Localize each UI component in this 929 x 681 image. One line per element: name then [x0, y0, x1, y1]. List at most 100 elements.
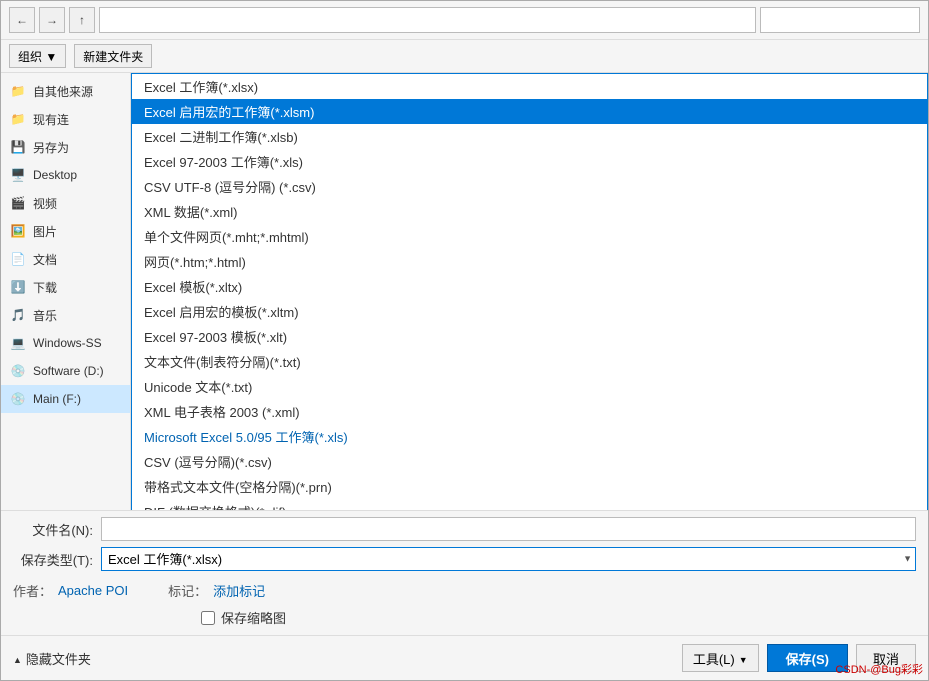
download-icon: ⬇️: [9, 278, 27, 296]
sidebar-item-picture[interactable]: 🖼️ 图片: [1, 217, 130, 245]
dropdown-item-csv[interactable]: CSV (逗号分隔)(*.csv): [132, 449, 927, 474]
filetype-label: 保存类型(T):: [13, 550, 93, 569]
author-section: 作者： Apache POI: [13, 581, 128, 600]
other-sources-icon: 📁: [9, 82, 27, 100]
sidebar-main-label: Main (F:): [33, 392, 81, 406]
thumbnail-checkbox[interactable]: [201, 611, 215, 625]
sidebar-software-label: Software (D:): [33, 364, 104, 378]
filetype-select[interactable]: Excel 工作簿(*.xlsx): [101, 547, 916, 571]
sidebar-item-desktop[interactable]: 🖥️ Desktop: [1, 161, 130, 189]
filename-input[interactable]: [101, 517, 916, 541]
main-area: 📁 自其他来源 📁 现有连 💾 另存为 🖥️ Desktop 🎬 视频 🖼️: [1, 73, 928, 510]
up-button[interactable]: [69, 7, 95, 33]
filetype-select-wrapper: Excel 工作簿(*.xlsx): [101, 547, 916, 571]
tag-value[interactable]: 添加标记: [213, 581, 265, 600]
sidebar-other-sources-label: 自其他来源: [33, 83, 93, 100]
sidebar-item-download[interactable]: ⬇️ 下载: [1, 273, 130, 301]
tag-section: 标记： 添加标记: [168, 581, 265, 600]
dropdown-item-csvutf8[interactable]: CSV UTF-8 (逗号分隔) (*.csv): [132, 174, 927, 199]
computer-icon: 💻: [9, 334, 27, 352]
path-bar[interactable]: [99, 7, 756, 33]
thumbnail-row: 保存缩略图: [1, 604, 928, 635]
dropdown-item-unicode[interactable]: Unicode 文本(*.txt): [132, 374, 927, 399]
navigation-bar: [1, 1, 928, 40]
hide-folders-label: 隐藏文件夹: [26, 649, 91, 668]
current-connection-icon: 📁: [9, 110, 27, 128]
dropdown-item-xlsx[interactable]: Excel 工作簿(*.xlsx): [132, 74, 927, 99]
sidebar-windows-ss-label: Windows-SS: [33, 336, 102, 350]
action-left: 隐藏文件夹: [13, 649, 91, 668]
dropdown-item-xlsm[interactable]: Excel 启用宏的工作簿(*.xlsm): [132, 99, 927, 124]
sidebar-item-current-connection[interactable]: 📁 现有连: [1, 105, 130, 133]
dropdown-item-xltm[interactable]: Excel 启用宏的模板(*.xltm): [132, 299, 927, 324]
dropdown-item-prn[interactable]: 带格式文本文件(空格分隔)(*.prn): [132, 474, 927, 499]
filename-row: 文件名(N):: [1, 511, 928, 544]
sidebar-download-label: 下载: [33, 279, 57, 296]
watermark: CSDN-@Bug彩彩: [835, 661, 923, 677]
author-label: 作者：: [13, 581, 52, 600]
sidebar-desktop-label: Desktop: [33, 168, 77, 182]
filename-label: 文件名(N):: [13, 520, 93, 539]
chevron-up-icon: [13, 651, 22, 666]
back-button[interactable]: [9, 7, 35, 33]
sidebar-item-software[interactable]: 💿 Software (D:): [1, 357, 130, 385]
sidebar-item-main[interactable]: 💿 Main (F:): [1, 385, 130, 413]
file-list-area: Excel 工作簿(*.xlsx)Excel 启用宏的工作簿(*.xlsm)Ex…: [131, 73, 928, 510]
toolbar: 组织 ▼ 新建文件夹: [1, 40, 928, 73]
tools-chevron-icon: [739, 651, 748, 666]
dropdown-item-dif[interactable]: DIF (数据交换格式)(*.dif): [132, 499, 927, 510]
dropdown-item-txt[interactable]: 文本文件(制表符分隔)(*.txt): [132, 349, 927, 374]
new-folder-button[interactable]: 新建文件夹: [74, 44, 152, 68]
dropdown-item-xltx[interactable]: Excel 模板(*.xltx): [132, 274, 927, 299]
forward-button[interactable]: [39, 7, 65, 33]
sidebar-item-other-sources[interactable]: 📁 自其他来源: [1, 77, 130, 105]
filetype-dropdown[interactable]: Excel 工作簿(*.xlsx)Excel 启用宏的工作簿(*.xlsm)Ex…: [131, 73, 928, 510]
action-bar: 隐藏文件夹 工具(L) 保存(S) 取消: [1, 635, 928, 680]
sidebar-video-label: 视频: [33, 195, 57, 212]
author-row: 作者： Apache POI 标记： 添加标记: [1, 577, 928, 604]
music-icon: 🎵: [9, 306, 27, 324]
software-disk-icon: 💿: [9, 362, 27, 380]
organize-label: 组织 ▼: [18, 48, 57, 65]
save-label: 保存(S): [786, 652, 829, 667]
sidebar-item-music[interactable]: 🎵 音乐: [1, 301, 130, 329]
save-dialog: 组织 ▼ 新建文件夹 📁 自其他来源 📁 现有连 💾 另存为 🖥️ Deskto: [0, 0, 929, 681]
thumbnail-label: 保存缩略图: [221, 608, 286, 627]
dropdown-item-xls5095[interactable]: Microsoft Excel 5.0/95 工作簿(*.xls): [132, 424, 927, 449]
dropdown-item-xls97[interactable]: Excel 97-2003 工作簿(*.xls): [132, 149, 927, 174]
dropdown-item-xml2003[interactable]: XML 电子表格 2003 (*.xml): [132, 399, 927, 424]
forward-icon: [46, 13, 58, 27]
sidebar-picture-label: 图片: [33, 223, 57, 240]
picture-icon: 🖼️: [9, 222, 27, 240]
sidebar-item-windows-ss[interactable]: 💻 Windows-SS: [1, 329, 130, 357]
search-input[interactable]: [760, 7, 920, 33]
desktop-icon: 🖥️: [9, 166, 27, 184]
hide-folders-button[interactable]: 隐藏文件夹: [13, 649, 91, 668]
up-icon: [79, 13, 85, 27]
bottom-section: 文件名(N): 保存类型(T): Excel 工作簿(*.xlsx) 作者： A…: [1, 510, 928, 680]
dropdown-item-html[interactable]: 网页(*.htm;*.html): [132, 249, 927, 274]
filetype-row: 保存类型(T): Excel 工作簿(*.xlsx): [1, 544, 928, 577]
organize-button[interactable]: 组织 ▼: [9, 44, 66, 68]
back-icon: [16, 13, 28, 27]
sidebar-document-label: 文档: [33, 251, 57, 268]
tools-button[interactable]: 工具(L): [682, 644, 759, 672]
main-disk-icon: 💿: [9, 390, 27, 408]
sidebar-item-document[interactable]: 📄 文档: [1, 245, 130, 273]
video-icon: 🎬: [9, 194, 27, 212]
tag-label: 标记：: [168, 581, 207, 600]
save-as-icon: 💾: [9, 138, 27, 156]
sidebar: 📁 自其他来源 📁 现有连 💾 另存为 🖥️ Desktop 🎬 视频 🖼️: [1, 73, 131, 510]
dropdown-item-xlt[interactable]: Excel 97-2003 模板(*.xlt): [132, 324, 927, 349]
dropdown-item-mht[interactable]: 单个文件网页(*.mht;*.mhtml): [132, 224, 927, 249]
new-folder-label: 新建文件夹: [83, 48, 143, 65]
sidebar-item-save-as[interactable]: 💾 另存为: [1, 133, 130, 161]
sidebar-item-video[interactable]: 🎬 视频: [1, 189, 130, 217]
sidebar-save-as-label: 另存为: [33, 139, 69, 156]
dropdown-item-xlsb[interactable]: Excel 二进制工作簿(*.xlsb): [132, 124, 927, 149]
sidebar-music-label: 音乐: [33, 307, 57, 324]
document-icon: 📄: [9, 250, 27, 268]
author-value[interactable]: Apache POI: [58, 583, 128, 598]
dropdown-item-xml[interactable]: XML 数据(*.xml): [132, 199, 927, 224]
sidebar-current-connection-label: 现有连: [33, 111, 69, 128]
